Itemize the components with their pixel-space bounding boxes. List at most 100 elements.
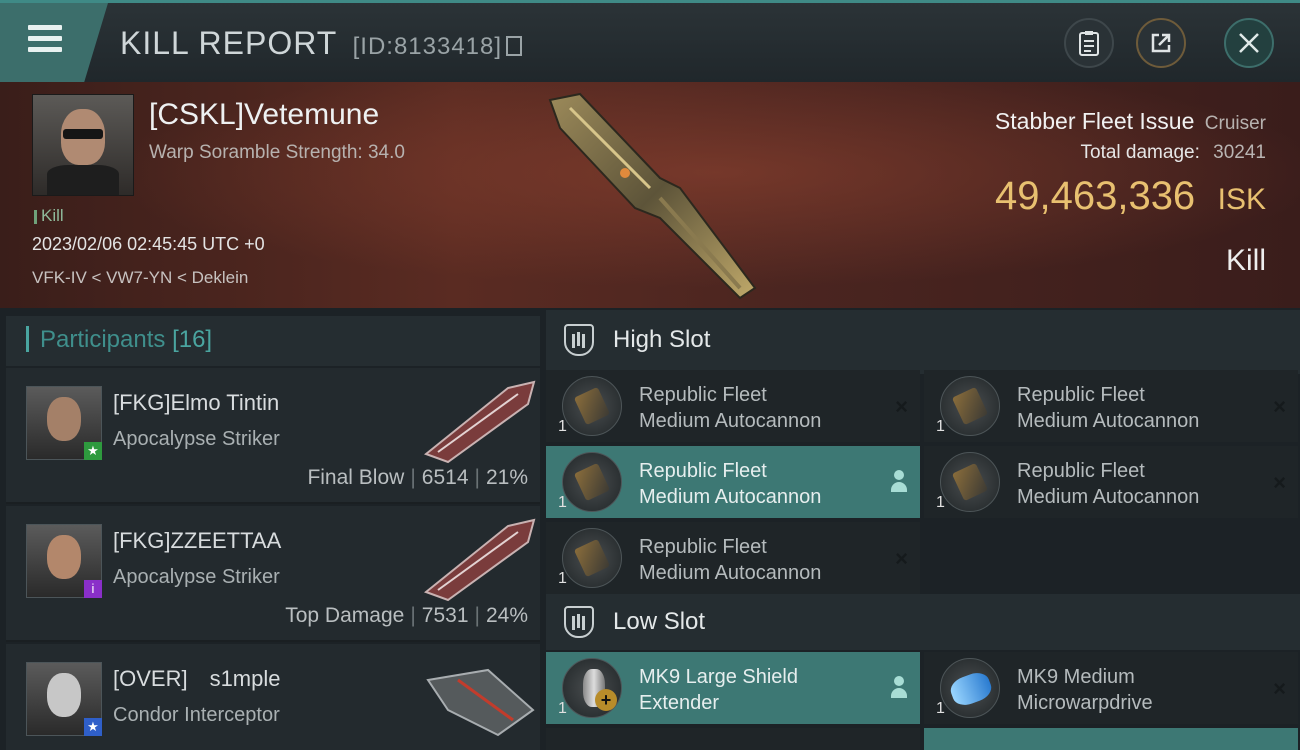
info-icon: i: [84, 580, 102, 598]
participant-damage: 6514: [421, 466, 469, 489]
participant-percent: 21%: [485, 466, 528, 489]
participants-label: Participants: [40, 326, 166, 353]
participant-row[interactable]: ★ [OVER] s1mple Condor Interceptor: [6, 644, 540, 750]
participant-ship: Apocalypse Striker: [113, 566, 280, 588]
destroyed-icon: ×: [1273, 470, 1286, 495]
participant-ship: Condor Interceptor: [113, 704, 280, 726]
participant-stats: Top Damage | 7531 | 24%: [285, 604, 528, 627]
module-item[interactable]: 1 Republic Fleet Medium Autocannon ×: [924, 370, 1298, 442]
share-icon: [1151, 33, 1171, 53]
module-name: Republic Fleet Medium Autocannon: [1017, 460, 1200, 508]
participant-ship-image: [423, 380, 536, 464]
menu-button[interactable]: [0, 3, 108, 82]
top-bar: KILL REPORT [ID:8133418]: [0, 0, 1300, 82]
ship-name-text: Stabber Fleet Issue: [994, 108, 1195, 134]
module-name: Republic Fleet Medium Autocannon: [639, 536, 822, 584]
participants-count: [16]: [172, 326, 213, 353]
victim-name[interactable]: [CSKL]Vetemune: [149, 98, 379, 132]
module-quantity: 1: [936, 418, 945, 435]
destroyed-icon: ×: [1273, 676, 1286, 701]
dropped-person-icon: [890, 470, 908, 498]
dropped-person-icon: [890, 676, 908, 704]
module-item[interactable]: 1 MK9 Medium Microwarpdrive ×: [924, 652, 1298, 724]
autocannon-icon: [940, 376, 1000, 436]
victim-banner: [CSKL]Vetemune Warp Soramble Strength: 3…: [0, 82, 1300, 308]
low-slot-header: Low Slot: [546, 594, 1300, 650]
destroyed-icon: ×: [1273, 394, 1286, 419]
module-quantity: 1: [558, 570, 567, 587]
hamburger-icon: [28, 25, 62, 55]
avatar[interactable]: i: [26, 524, 102, 598]
isk-value: 49,463,336 ISK: [995, 174, 1266, 219]
destroyed-icon: ×: [895, 394, 908, 419]
participants-header: Participants [16]: [6, 316, 540, 366]
report-id: [ID:8133418]: [352, 33, 503, 60]
participant-name: [OVER] s1mple: [113, 666, 303, 691]
module-item[interactable]: 1 Republic Fleet Medium Autocannon ×: [546, 522, 920, 594]
total-damage-label: Total damage:: [1080, 142, 1200, 163]
copy-id-icon[interactable]: [506, 35, 523, 56]
module-quantity: 1: [558, 494, 567, 511]
module-item-partial[interactable]: [546, 728, 920, 750]
module-item[interactable]: 1 Republic Fleet Medium Autocannon ×: [924, 446, 1298, 518]
kill-tag: Kill: [34, 206, 64, 226]
module-name: Republic Fleet Medium Autocannon: [1017, 384, 1200, 432]
kill-location[interactable]: VFK-IV < VW7-YN < Deklein: [32, 268, 248, 288]
page-title: KILL REPORT [ID:8133418]: [120, 25, 523, 62]
close-icon: [1239, 33, 1259, 53]
star-icon: ★: [84, 442, 102, 460]
title-text: KILL REPORT: [120, 25, 337, 61]
high-slot-icon: [564, 324, 594, 356]
clipboard-button[interactable]: [1064, 18, 1114, 68]
autocannon-icon: [940, 452, 1000, 512]
total-damage: Total damage: 30241: [1081, 142, 1266, 164]
module-name: Republic Fleet Medium Autocannon: [639, 460, 822, 508]
module-quantity: 1: [936, 700, 945, 717]
module-item[interactable]: 1 Republic Fleet Medium Autocannon ×: [546, 370, 920, 442]
victim-portrait[interactable]: [32, 94, 134, 196]
participant-role: Final Blow: [307, 466, 405, 489]
module-item[interactable]: + 1 MK9 Large Shield Extender: [546, 652, 920, 724]
avatar[interactable]: ★: [26, 662, 102, 736]
shield-extender-icon: +: [562, 658, 622, 718]
isk-unit: ISK: [1217, 183, 1266, 216]
ship-class: Cruiser: [1204, 113, 1266, 134]
participant-stats: Final Blow | 6514 | 21%: [307, 466, 528, 489]
kill-timestamp: 2023/02/06 02:45:45 UTC +0: [32, 234, 265, 254]
low-slot-title: Low Slot: [613, 608, 706, 635]
low-slot-icon: [564, 606, 594, 638]
module-item-partial[interactable]: [924, 728, 1298, 750]
participants-title: Participants [16]: [40, 326, 212, 354]
module-quantity: 1: [558, 700, 567, 717]
participant-ship-image: [423, 518, 536, 602]
victim-ship-image[interactable]: [540, 88, 770, 303]
participant-row[interactable]: ★ [FKG]Elmo Tintin Apocalypse Striker Fi…: [6, 368, 540, 504]
participant-name: [FKG]Elmo Tintin: [113, 390, 280, 415]
microwarpdrive-icon: [940, 658, 1000, 718]
close-button[interactable]: [1224, 18, 1274, 68]
avatar[interactable]: ★: [26, 386, 102, 460]
module-quantity: 1: [936, 494, 945, 511]
warp-strength: Warp Soramble Strength: 34.0: [149, 142, 405, 163]
total-damage-value: 30241: [1213, 142, 1266, 163]
participant-ship-image: [426, 668, 535, 737]
module-name: Republic Fleet Medium Autocannon: [639, 384, 822, 432]
participant-role: Top Damage: [285, 604, 405, 627]
participant-row[interactable]: i [FKG]ZZEETTAA Apocalypse Striker Top D…: [6, 506, 540, 642]
module-item[interactable]: 1 Republic Fleet Medium Autocannon: [546, 446, 920, 518]
module-name: MK9 Medium Microwarpdrive: [1017, 666, 1153, 714]
high-slot-header: High Slot: [546, 310, 1300, 374]
share-button[interactable]: [1136, 18, 1186, 68]
result-label: Kill: [1225, 244, 1266, 277]
autocannon-icon: [562, 376, 622, 436]
destroyed-icon: ×: [895, 546, 908, 571]
autocannon-icon: [562, 528, 622, 588]
isk-amount: 49,463,336: [994, 174, 1196, 218]
star-icon: ★: [84, 718, 102, 736]
module-quantity: 1: [558, 418, 567, 435]
autocannon-icon: [562, 452, 622, 512]
participant-name: [FKG]ZZEETTAA: [113, 528, 282, 553]
clipboard-icon: [1079, 31, 1099, 56]
victim-ship-name[interactable]: Stabber Fleet Issue Cruiser: [995, 108, 1266, 135]
high-slot-title: High Slot: [613, 326, 711, 353]
